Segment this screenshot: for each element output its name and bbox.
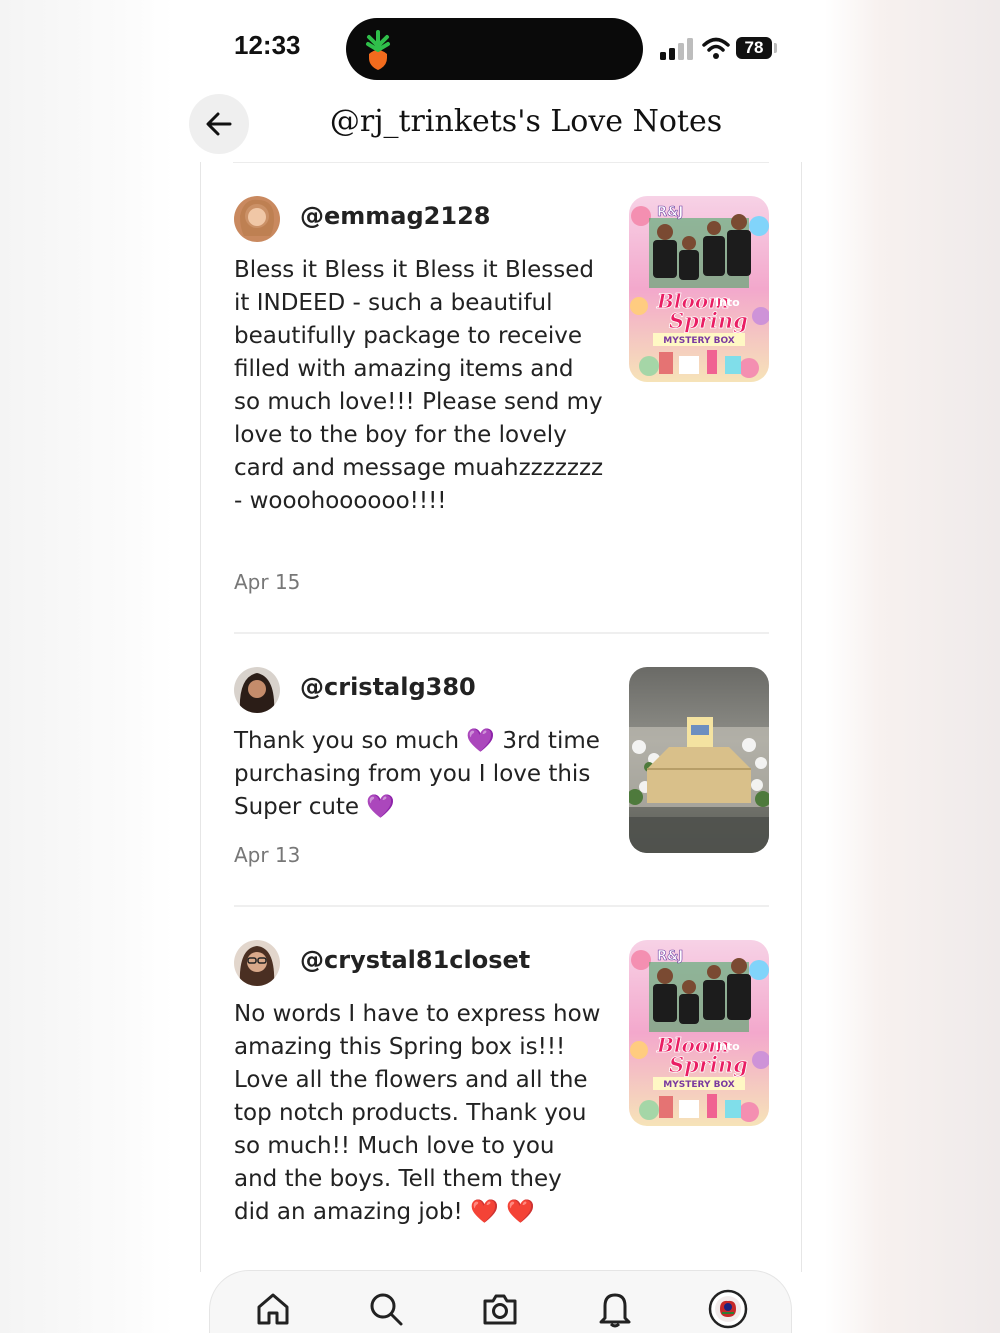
nav-camera-button[interactable] xyxy=(480,1289,520,1329)
home-icon xyxy=(257,1293,289,1325)
image-subtitle-text: MYSTERY BOX xyxy=(663,1080,735,1090)
avatar[interactable] xyxy=(234,667,280,713)
image-banner-text: R&J xyxy=(657,205,683,220)
username[interactable]: @emmag2128 xyxy=(300,202,490,230)
profile-avatar xyxy=(708,1289,748,1329)
carrot-icon xyxy=(366,30,390,70)
camera-icon xyxy=(483,1294,517,1325)
bell-icon xyxy=(599,1293,631,1328)
avatar[interactable] xyxy=(234,196,280,242)
love-note-item: @emmag2128 Bless it Bless it Bless it Bl… xyxy=(234,196,769,636)
nav-search-button[interactable] xyxy=(366,1289,406,1329)
love-note-item: @cristalg380 Thank you so much 💜 3rd tim… xyxy=(234,667,769,907)
note-image[interactable]: R&J Bloom Into Spring MYSTERY BOX xyxy=(629,196,769,382)
note-date: Apr 13 xyxy=(234,843,301,867)
phone-screen: 12:33 78 @rj_trinkets's Love Notes @emma… xyxy=(176,0,826,1333)
battery-indicator: 78 xyxy=(736,37,772,59)
note-text: Bless it Bless it Bless it Blessed it IN… xyxy=(234,257,604,514)
image-subtitle-text: MYSTERY BOX xyxy=(663,336,735,346)
divider xyxy=(234,905,769,907)
note-image[interactable]: R&J Bloom Into Spring MYSTERY BOX xyxy=(629,940,769,1126)
arrow-left-icon xyxy=(206,112,232,136)
divider xyxy=(233,162,769,163)
dynamic-island xyxy=(346,18,643,80)
nav-home-button[interactable] xyxy=(253,1289,293,1329)
page-title: @rj_trinkets's Love Notes xyxy=(329,104,723,139)
love-note-item: @crystal81closet No words I have to expr… xyxy=(234,940,769,1270)
battery-nub xyxy=(774,43,777,53)
nav-profile-button[interactable] xyxy=(708,1289,748,1329)
note-date: Apr 15 xyxy=(234,570,301,594)
search-icon xyxy=(370,1293,403,1326)
avatar[interactable] xyxy=(234,940,280,986)
divider xyxy=(234,632,769,634)
status-time: 12:33 xyxy=(234,30,301,60)
nav-notifications-button[interactable] xyxy=(595,1289,635,1329)
image-banner-text: R&J xyxy=(657,949,683,964)
note-text: No words I have to express how amazing t… xyxy=(234,1001,601,1225)
image-title-text: Spring xyxy=(669,1052,748,1077)
back-button[interactable] xyxy=(189,94,249,154)
bottom-nav xyxy=(209,1270,792,1333)
username[interactable]: @cristalg380 xyxy=(300,673,476,701)
note-text: Thank you so much 💜 3rd time purchasing … xyxy=(234,728,600,820)
love-notes-list[interactable]: @emmag2128 Bless it Bless it Bless it Bl… xyxy=(200,162,802,1272)
wifi-icon xyxy=(702,37,730,59)
signal-icon xyxy=(660,38,693,60)
image-title-text: Spring xyxy=(669,308,748,333)
note-image[interactable] xyxy=(629,667,769,853)
username[interactable]: @crystal81closet xyxy=(300,946,530,974)
